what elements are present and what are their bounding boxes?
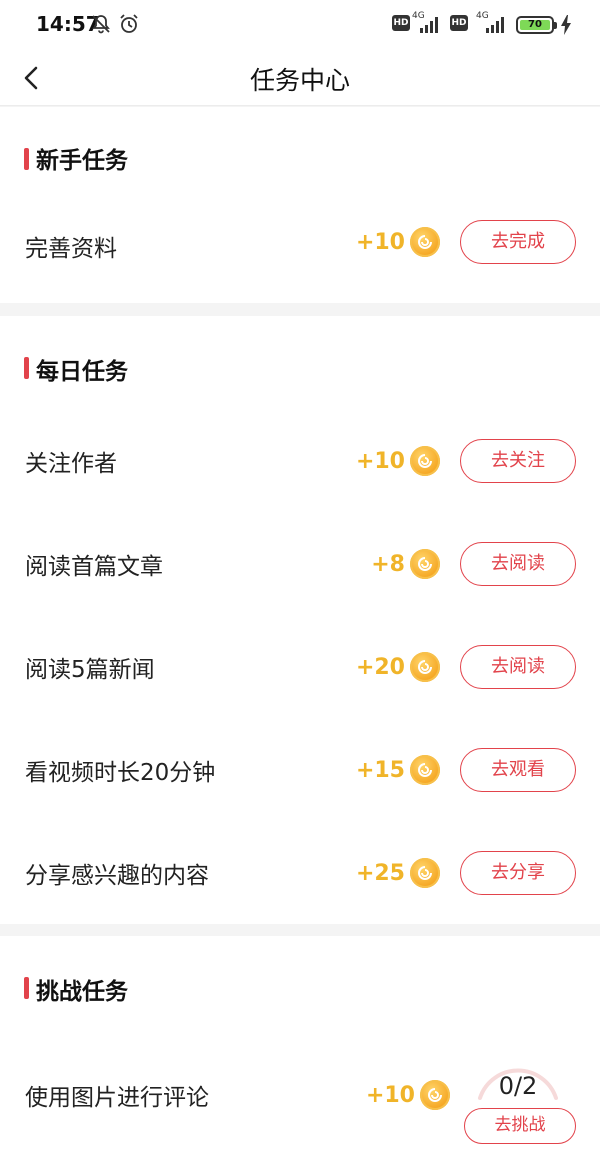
nav-bar: 任务中心 (0, 50, 600, 106)
section-accent-bar (24, 357, 29, 379)
section-header: 每日任务 (0, 316, 600, 410)
mute-icon (90, 13, 112, 39)
battery-level: 70 (520, 20, 550, 30)
section-title: 每日任务 (36, 359, 128, 385)
task-row: 分享感兴趣的内容 +25 去分享 (0, 822, 600, 925)
signal-icon-2 (486, 15, 508, 37)
alarm-icon (118, 13, 140, 39)
battery-cap (554, 22, 557, 29)
task-row: 关注作者 +10 去关注 (0, 410, 600, 513)
task-name: 阅读首篇文章 (25, 554, 163, 580)
task-row: 阅读首篇文章 +8 去阅读 (0, 513, 600, 616)
section-title: 新手任务 (36, 148, 128, 174)
reward-value: +10 (355, 229, 405, 255)
section-header: 新手任务 (0, 107, 600, 199)
section-newbie-tasks: 新手任务 完善资料 +10 去完成 (0, 107, 600, 303)
task-name: 完善资料 (25, 236, 117, 262)
reward-value: +8 (371, 551, 405, 577)
task-name: 使用图片进行评论 (25, 1085, 209, 1111)
read-first-article-button[interactable]: 去阅读 (460, 542, 576, 586)
section-title: 挑战任务 (36, 979, 128, 1005)
task-name: 看视频时长20分钟 (25, 760, 216, 786)
task-reward: +25 (356, 858, 440, 888)
section-accent-bar (24, 148, 29, 170)
complete-profile-button[interactable]: 去完成 (460, 220, 576, 264)
watch-video-button[interactable]: 去观看 (460, 748, 576, 792)
page-title: 任务中心 (249, 66, 350, 95)
task-reward: +20 (356, 652, 440, 682)
task-name: 分享感兴趣的内容 (25, 863, 209, 889)
hd-icon: HD (392, 15, 410, 31)
task-name: 阅读5篇新闻 (25, 657, 155, 683)
task-name: 关注作者 (25, 451, 117, 477)
reward-value: +10 (355, 448, 405, 474)
section-challenge-tasks: 挑战任务 使用图片进行评论 +10 0/2 去挑战 (0, 936, 600, 1168)
section-header: 挑战任务 (0, 936, 600, 1030)
coin-icon (410, 755, 440, 785)
share-content-button[interactable]: 去分享 (460, 851, 576, 895)
coin-icon (410, 227, 440, 257)
coin-icon (410, 858, 440, 888)
task-reward: +15 (356, 755, 440, 785)
task-row: 看视频时长20分钟 +15 去观看 (0, 719, 600, 822)
task-reward: +10 (356, 227, 440, 257)
task-reward: +8 (371, 549, 440, 579)
status-bar: 14:57 HD 4G HD 4G 70 (0, 0, 600, 50)
reward-value: +25 (355, 860, 405, 886)
task-row: 阅读5篇新闻 +20 去阅读 (0, 616, 600, 719)
reward-value: +15 (355, 757, 405, 783)
reward-value: +20 (355, 654, 405, 680)
hd-icon: HD (450, 15, 468, 31)
charging-icon (560, 15, 572, 39)
task-reward: +10 (356, 446, 440, 476)
coin-icon (410, 652, 440, 682)
coin-icon (410, 549, 440, 579)
task-row: 完善资料 +10 去完成 (0, 199, 600, 302)
section-daily-tasks: 每日任务 关注作者 +10 去关注 阅读首篇文章 +8 去阅读 阅读5篇新闻 +… (0, 316, 600, 924)
reward-value: +10 (365, 1082, 415, 1108)
challenge-button[interactable]: 去挑战 (464, 1108, 576, 1144)
task-row: 使用图片进行评论 +10 0/2 去挑战 (0, 1030, 600, 1160)
battery-icon: 70 (516, 16, 554, 34)
follow-author-button[interactable]: 去关注 (460, 439, 576, 483)
coin-icon (420, 1080, 450, 1110)
signal-icon-1 (420, 15, 442, 37)
read-news-button[interactable]: 去阅读 (460, 645, 576, 689)
progress-value: 0/2 (498, 1072, 538, 1100)
task-reward: +10 (366, 1080, 450, 1110)
section-accent-bar (24, 977, 29, 999)
coin-icon (410, 446, 440, 476)
